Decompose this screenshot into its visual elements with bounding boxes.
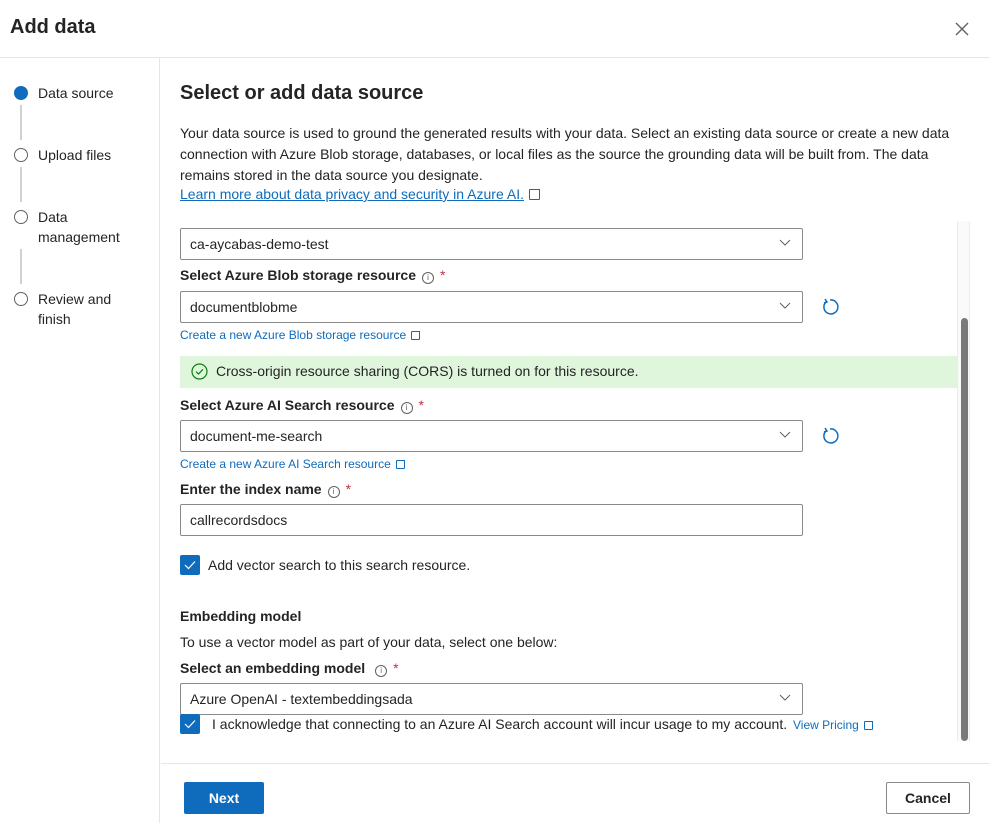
required-mark: *	[345, 481, 352, 497]
create-search-link[interactable]: Create a new Azure AI Search resource	[180, 457, 405, 471]
step-connector	[20, 105, 22, 140]
checkmark-icon	[184, 720, 196, 729]
learn-more-text: Learn more about data privacy and securi…	[180, 186, 524, 202]
search-resource-label: Select Azure AI Search resource i *	[180, 397, 424, 414]
info-icon[interactable]: i	[375, 665, 388, 677]
cors-success-message: Cross-origin resource sharing (CORS) is …	[180, 356, 959, 388]
checkmark-icon	[184, 561, 196, 570]
dialog-header: Add data	[0, 0, 990, 58]
section-heading: Select or add data source	[180, 82, 424, 104]
dialog-title: Add data	[10, 16, 96, 38]
step-connector	[20, 249, 22, 284]
embedding-model-dropdown[interactable]: Azure OpenAI - textembeddingsada	[180, 683, 803, 715]
external-link-icon	[395, 460, 405, 469]
wizard-steps: Data source Upload files Data management…	[0, 58, 160, 823]
vector-search-label: Add vector search to this search resourc…	[208, 557, 471, 573]
refresh-icon	[823, 298, 839, 315]
dialog-footer: Next Cancel	[161, 763, 990, 823]
subscription-dropdown[interactable]: ca-aycabas-demo-test	[180, 228, 803, 260]
step-pending-icon	[14, 148, 28, 162]
required-mark: *	[393, 660, 399, 676]
dropdown-value: document-me-search	[190, 428, 323, 444]
chevron-down-icon	[779, 694, 791, 701]
close-button[interactable]	[952, 19, 972, 39]
learn-more-link[interactable]: Learn more about data privacy and securi…	[180, 186, 540, 202]
step-label: Upload files	[38, 147, 112, 163]
label-text: Enter the index name	[180, 481, 322, 497]
required-mark: *	[440, 267, 446, 283]
acknowledge-label: I acknowledge that connecting to an Azur…	[212, 716, 873, 732]
index-name-input[interactable]	[180, 504, 803, 536]
blob-storage-label: Select Azure Blob storage resource i *	[180, 267, 445, 284]
main-panel: Select or add data source Your data sour…	[161, 58, 990, 763]
search-resource-dropdown[interactable]: document-me-search	[180, 420, 803, 452]
step-connector	[20, 167, 22, 202]
external-link-icon	[411, 331, 421, 340]
label-text: Select an embedding model	[180, 660, 366, 676]
label-text: Select Azure AI Search resource	[180, 397, 395, 413]
dropdown-value: Azure OpenAI - textembeddingsada	[190, 691, 413, 707]
chevron-down-icon	[779, 239, 791, 246]
external-link-icon	[528, 189, 540, 200]
next-button[interactable]: Next	[184, 782, 264, 814]
info-icon[interactable]: i	[400, 402, 413, 414]
refresh-blob-button[interactable]	[820, 297, 840, 317]
view-pricing-link[interactable]: View Pricing	[793, 718, 873, 732]
form-scroll-area: ca-aycabas-demo-test Select Azure Blob s…	[161, 221, 990, 763]
link-text: View Pricing	[793, 718, 859, 732]
vector-search-checkbox[interactable]	[180, 555, 200, 575]
chevron-down-icon	[779, 302, 791, 309]
embedding-hint: To use a vector model as part of your da…	[180, 634, 558, 650]
acknowledge-text: I acknowledge that connecting to an Azur…	[212, 716, 788, 732]
embedding-section-title: Embedding model	[180, 608, 302, 624]
scrollbar-thumb[interactable]	[961, 318, 968, 741]
step-pending-icon	[14, 210, 28, 224]
chevron-down-icon	[779, 431, 791, 438]
close-icon	[955, 22, 969, 36]
info-icon[interactable]: i	[422, 272, 435, 284]
step-label: Data source	[38, 85, 114, 101]
link-text: Create a new Azure Blob storage resource	[180, 328, 407, 342]
create-blob-link[interactable]: Create a new Azure Blob storage resource	[180, 328, 421, 342]
embedding-model-label: Select an embedding model i *	[180, 660, 399, 677]
success-check-icon	[191, 363, 208, 380]
external-link-icon	[863, 721, 873, 730]
refresh-icon	[823, 427, 839, 444]
description: Your data source is used to ground the g…	[180, 125, 950, 183]
step-label: Data management	[38, 209, 120, 245]
index-name-label: Enter the index name i *	[180, 481, 351, 498]
info-icon[interactable]: i	[327, 486, 340, 498]
cors-text: Cross-origin resource sharing (CORS) is …	[216, 363, 639, 379]
refresh-search-button[interactable]	[820, 426, 840, 446]
required-mark: *	[418, 397, 424, 413]
step-pending-icon	[14, 292, 28, 306]
link-text: Create a new Azure AI Search resource	[180, 457, 391, 471]
dropdown-value: ca-aycabas-demo-test	[190, 236, 329, 252]
cancel-button[interactable]: Cancel	[886, 782, 970, 814]
label-text: Select Azure Blob storage resource	[180, 267, 417, 283]
step-label: Review and finish	[38, 291, 112, 327]
acknowledge-checkbox[interactable]	[180, 714, 200, 734]
dropdown-value: documentblobme	[190, 299, 298, 315]
blob-storage-dropdown[interactable]: documentblobme	[180, 291, 803, 323]
step-active-icon	[14, 86, 28, 100]
